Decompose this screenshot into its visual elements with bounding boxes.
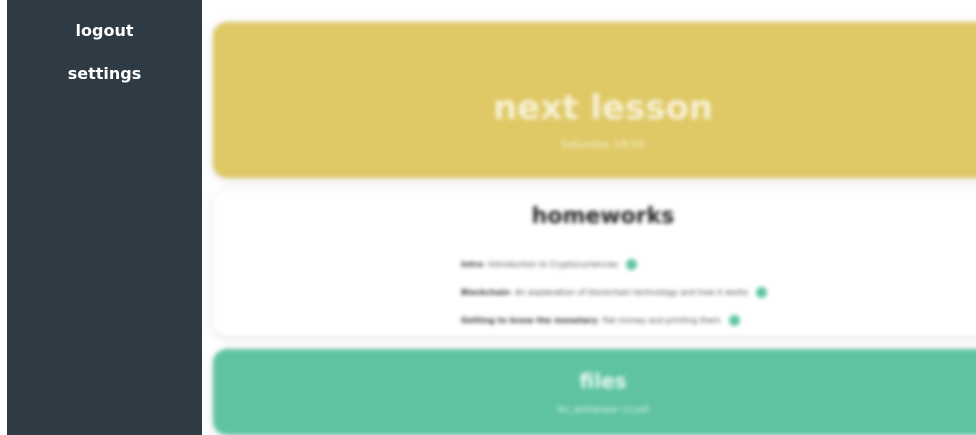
homework-description: - fiat money and printing them — [597, 315, 721, 325]
homeworks-title: homeworks — [531, 204, 675, 229]
homework-name: Blockchain — [461, 287, 510, 297]
files-card[interactable]: files btc_whitepaper (1).pdf — [213, 349, 976, 435]
status-dot-icon — [756, 286, 768, 298]
sidebar: logout settings — [7, 0, 202, 435]
homework-item[interactable]: Blockchain- An explanation of blockchain… — [461, 278, 768, 306]
homework-description: - Introduction to Cryptocurrencies — [482, 259, 619, 269]
settings-link[interactable]: settings — [7, 64, 202, 83]
file-link[interactable]: btc_whitepaper (1).pdf — [213, 405, 976, 414]
homework-name: Getting to know the monetary — [461, 315, 598, 325]
homework-item[interactable]: Intro- Introduction to Cryptocurrencies — [461, 250, 767, 278]
status-dot-icon — [626, 258, 638, 270]
homework-name: Intro — [461, 259, 483, 269]
homework-list: Intro- Introduction to Cryptocurrencies … — [461, 250, 768, 334]
next-lesson-card[interactable]: next lesson Saturday 18:05 — [213, 22, 976, 178]
homeworks-card: homeworks Intro- Introduction to Cryptoc… — [213, 190, 976, 336]
logout-link[interactable]: logout — [7, 21, 202, 40]
next-lesson-title: next lesson — [492, 88, 714, 128]
homework-item[interactable]: Getting to know the monetary- fiat money… — [461, 306, 767, 334]
next-lesson-time: Saturday 18:05 — [560, 138, 646, 151]
files-title: files — [579, 369, 627, 393]
status-dot-icon — [728, 314, 740, 326]
homework-description: - An explanation of blockchain technolog… — [509, 287, 749, 297]
